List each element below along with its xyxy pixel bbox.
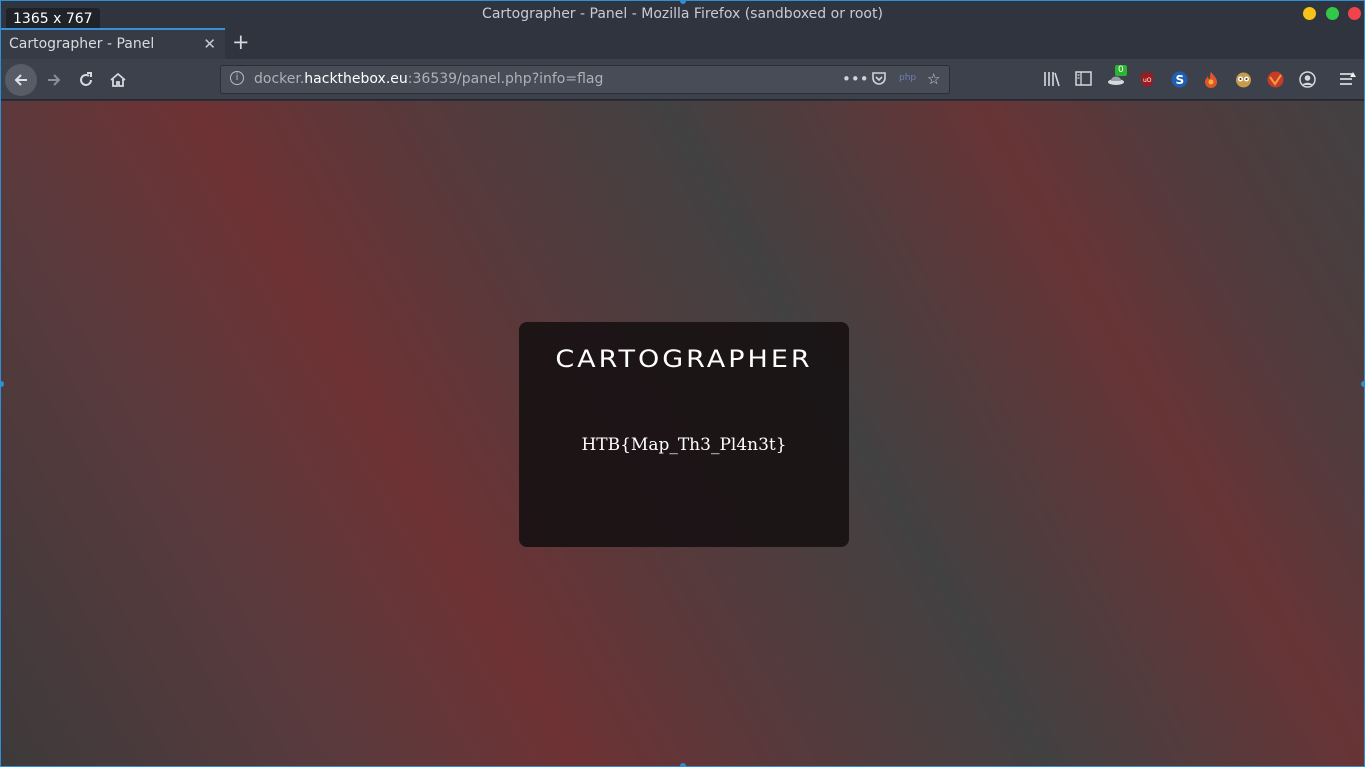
owl-shape [1236,72,1251,88]
owl-extension-icon[interactable] [1235,71,1252,89]
panel-card: CARTOGRAPHER HTB{Map_Th3_Pl4n3t} [519,322,849,547]
window-title: Cartographer - Panel - Mozilla Firefox (… [482,6,883,22]
arrow-left-icon [14,74,27,86]
menu-icon[interactable] [1339,71,1357,89]
account-icon[interactable] [1299,71,1316,89]
library-icon[interactable] [1043,71,1061,89]
url-bar[interactable]: i docker.hackthebox.eu:36539/panel.php?i… [220,65,950,94]
pocket-shape [872,72,886,85]
flag-text: HTB{Map_Th3_Pl4n3t} [581,435,787,455]
pocket-icon[interactable] [871,70,887,90]
shield-shape: uO [1141,72,1153,87]
dimensions-badge: 1365 x 767 [6,8,100,30]
resize-handle-bottom[interactable] [680,763,686,766]
php-icon[interactable]: php [899,73,916,83]
resize-handle-right[interactable] [1361,381,1364,387]
tab-strip: Cartographer - Panel ✕ + [1,28,1364,59]
fox-extension-icon[interactable] [1267,71,1284,89]
sidebar-shape [1075,71,1092,86]
user-circle-shape [1299,71,1316,88]
url-host: hackthebox.eu [304,71,408,87]
tab-cartographer-panel[interactable]: Cartographer - Panel ✕ [1,28,225,59]
maximize-button[interactable] [1326,7,1339,20]
info-icon[interactable]: i [230,71,244,85]
extension-badge: 0 [1115,65,1127,76]
url-text[interactable]: docker.hackthebox.eu:36539/panel.php?inf… [254,71,603,87]
ublock-icon[interactable]: uO [1139,71,1155,89]
fire-extension-icon[interactable] [1203,71,1219,89]
plus-icon[interactable]: + [232,30,250,54]
url-suffix: :36539/panel.php?info=flag [407,71,604,87]
flame-shape [1205,72,1217,88]
browser-window: Cartographer - Panel - Mozilla Firefox (… [0,0,1365,767]
page-content: CARTOGRAPHER HTB{Map_Th3_Pl4n3t} [1,101,1364,766]
s-extension-icon[interactable]: S [1171,71,1188,89]
close-tab-icon[interactable]: ✕ [203,35,216,53]
extension-hat-icon[interactable]: 0 [1107,65,1127,89]
forward-button[interactable] [39,65,69,95]
bookmark-star-icon[interactable]: ☆ [927,70,940,88]
minimize-button[interactable] [1303,7,1316,20]
home-button[interactable] [103,65,133,95]
window-titlebar[interactable]: Cartographer - Panel - Mozilla Firefox (… [1,1,1364,30]
fox-shape [1267,71,1284,88]
hamburger-shape [1340,72,1356,85]
reload-icon [80,72,92,86]
back-button[interactable] [5,64,37,96]
svg-text:uO: uO [1143,77,1152,84]
reload-button[interactable] [71,65,101,95]
circle-s-shape: S [1171,71,1188,88]
brand-logo-text: CARTOGRAPHER [555,345,813,374]
close-window-button[interactable] [1348,7,1361,20]
library-shape [1044,72,1060,87]
url-prefix: docker. [254,71,305,87]
page-actions-icon[interactable]: ••• [842,70,869,88]
sidebar-icon[interactable] [1075,71,1092,89]
svg-text:S: S [1176,73,1185,87]
tab-title: Cartographer - Panel [9,36,155,52]
home-icon [110,72,126,87]
arrow-right-icon [48,74,61,86]
navigation-toolbar: i docker.hackthebox.eu:36539/panel.php?i… [1,59,1364,100]
